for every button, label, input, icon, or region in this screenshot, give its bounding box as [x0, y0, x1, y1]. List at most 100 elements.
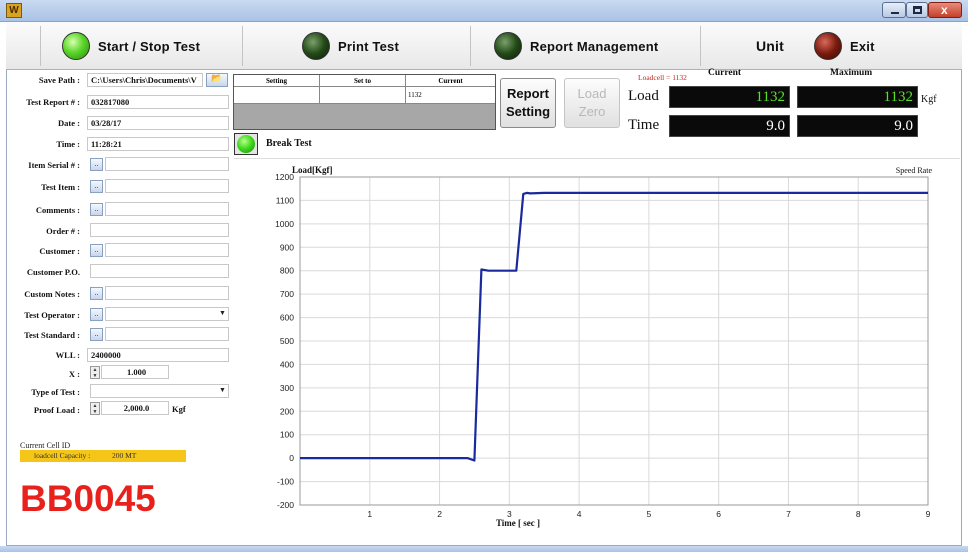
customer-po-field[interactable]	[90, 264, 229, 278]
save-path-field[interactable]: C:\Users\Chris\Documents\V	[87, 73, 203, 87]
custom-notes-picker-button[interactable]: ..	[90, 287, 103, 300]
x-tick-label: 6	[716, 509, 721, 519]
maximum-column-header: Maximum	[830, 68, 873, 78]
x-tick-label: 4	[577, 509, 582, 519]
test-standard-picker-button[interactable]: ..	[90, 328, 103, 341]
wll-label: WLL :	[55, 350, 80, 360]
close-button[interactable]: x	[928, 2, 962, 18]
setting-table-cell[interactable]	[320, 87, 406, 104]
print-test-button[interactable]: Print Test	[302, 26, 399, 66]
test-standard-label: Test Standard :	[24, 330, 80, 340]
test-operator-picker-button[interactable]: ..	[90, 308, 103, 321]
comments-label: Comments :	[35, 205, 80, 215]
customer-picker-button[interactable]: ..	[90, 244, 103, 257]
y-axis-label: Load[Kgf]	[292, 165, 333, 175]
current-column-header: Current	[708, 68, 742, 78]
load-zero-label-line2: Zero	[578, 104, 606, 119]
item-serial-label: Item Serial # :	[28, 160, 80, 170]
app-icon[interactable]: W	[6, 3, 22, 18]
test-operator-label: Test Operator :	[24, 310, 80, 320]
type-of-test-select[interactable]	[90, 384, 229, 398]
date-label: Date :	[58, 118, 80, 128]
time-row-label: Time	[628, 117, 660, 133]
y-tick-label: 600	[280, 313, 294, 323]
spin-down-icon[interactable]: ▼	[91, 409, 99, 415]
time-current-display: 9.0	[669, 115, 790, 137]
x-tick-label: 8	[856, 509, 861, 519]
date-field[interactable]: 03/28/17	[87, 116, 229, 130]
load-zero-button[interactable]: Load Zero	[564, 78, 620, 128]
y-tick-label: 400	[280, 359, 294, 369]
y-tick-label: 1000	[275, 219, 294, 229]
setting-table-header: Set to	[320, 75, 406, 87]
window-bottom-border	[0, 546, 968, 552]
y-tick-label: 900	[280, 242, 294, 252]
chevron-down-icon[interactable]: ▼	[219, 310, 226, 317]
chevron-down-icon[interactable]: ▼	[219, 387, 226, 394]
start-stop-test-button[interactable]: Start / Stop Test	[62, 26, 200, 66]
customer-field[interactable]	[105, 243, 229, 257]
chart-grid	[300, 176, 929, 506]
report-setting-button[interactable]: Report Setting	[500, 78, 556, 128]
load-row-label: Load	[628, 88, 659, 104]
setting-table-header: Current	[406, 75, 495, 87]
y-tick-label: 100	[280, 430, 294, 440]
print-test-label: Print Test	[338, 38, 399, 54]
loadcell-capacity-value: 200 MT	[108, 450, 186, 462]
item-serial-field[interactable]	[105, 157, 229, 171]
comments-field[interactable]	[105, 202, 229, 216]
test-report-field[interactable]: 032817080	[87, 95, 229, 109]
chart-svg: -200 -100 0 100 200 300 400 500 600 700 800 900 1000…	[275, 165, 933, 528]
test-item-label: Test Item :	[41, 182, 80, 192]
x-axis-ticks: 123456789	[367, 509, 930, 519]
status-light-icon	[62, 32, 90, 60]
item-serial-picker-button[interactable]: ..	[90, 158, 103, 171]
test-item-field[interactable]	[105, 179, 229, 193]
y-tick-label: 700	[280, 289, 294, 299]
test-operator-select[interactable]	[105, 307, 229, 321]
setting-table: Setting Set to Current 1132	[233, 74, 496, 130]
load-time-chart: -200 -100 0 100 200 300 400 500 600 700 800 900 1000…	[234, 158, 960, 544]
comments-picker-button[interactable]: ..	[90, 203, 103, 216]
load-unit-label: Kgf	[921, 94, 937, 105]
unit-button[interactable]: Unit	[756, 26, 784, 66]
time-field[interactable]: 11:28:21	[87, 137, 229, 151]
wll-field[interactable]: 2400000	[87, 348, 229, 362]
setting-table-cell[interactable]: 1132	[406, 87, 495, 104]
x-axis-label: Time [ sec ]	[496, 518, 540, 528]
x-stepper-arrows[interactable]: ▲ ▼	[90, 366, 100, 379]
y-tick-label: -100	[277, 477, 294, 487]
load-maximum-display: 1132	[797, 86, 918, 108]
custom-notes-field[interactable]	[105, 286, 229, 300]
custom-notes-label: Custom Notes :	[24, 289, 80, 299]
load-zero-label-line1: Load	[577, 86, 607, 101]
x-stepper[interactable]: 1.000	[101, 365, 169, 379]
break-test-toggle[interactable]	[234, 133, 258, 155]
proof-load-label: Proof Load :	[33, 405, 80, 415]
y-tick-label: 300	[280, 383, 294, 393]
report-management-button[interactable]: Report Management	[494, 26, 658, 66]
report-setting-label-line1: Report	[507, 86, 549, 101]
order-label: Order # :	[46, 226, 80, 236]
loadcell-readout: Loadcell = 1132	[638, 73, 687, 82]
setting-table-cell[interactable]	[234, 87, 320, 104]
maximize-button[interactable]	[906, 2, 928, 18]
speed-rate-label: Speed Rate	[896, 166, 933, 175]
status-light-icon	[237, 135, 255, 153]
minimize-button[interactable]	[882, 2, 906, 18]
exit-button[interactable]: Exit	[814, 26, 875, 66]
test-item-picker-button[interactable]: ..	[90, 180, 103, 193]
browse-folder-button[interactable]: 📂	[206, 73, 228, 87]
report-management-label: Report Management	[530, 38, 659, 54]
proof-load-stepper-arrows[interactable]: ▲ ▼	[90, 402, 100, 415]
order-field[interactable]	[90, 223, 229, 237]
toolbar-separator	[242, 26, 243, 66]
test-standard-field[interactable]	[105, 327, 229, 341]
spin-down-icon[interactable]: ▼	[91, 373, 99, 379]
minimize-icon	[891, 12, 899, 14]
start-stop-test-label: Start / Stop Test	[98, 38, 201, 54]
x-tick-label: 7	[786, 509, 791, 519]
current-cell-id: BB0045	[20, 478, 156, 519]
y-tick-label: 1100	[276, 195, 295, 205]
proof-load-stepper[interactable]: 2,000.0	[101, 401, 169, 415]
